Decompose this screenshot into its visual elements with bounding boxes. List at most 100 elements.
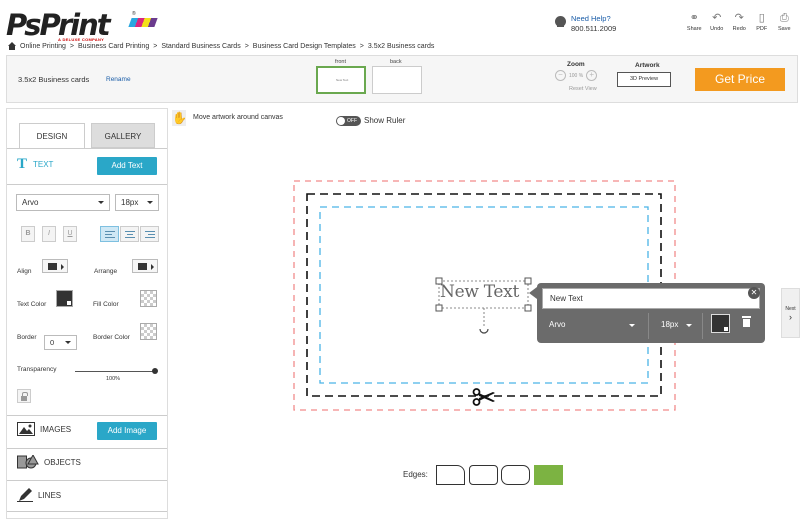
- breadcrumb-item[interactable]: Online Printing: [20, 43, 66, 50]
- trash-icon[interactable]: [742, 316, 751, 327]
- need-help[interactable]: Need Help? 800.511.2009: [555, 14, 616, 33]
- border-width-value: 0: [50, 338, 55, 347]
- breadcrumb-item[interactable]: Business Card Printing: [78, 43, 149, 50]
- objects-label: OBJECTS: [44, 457, 81, 467]
- transparency-value: 100%: [106, 376, 121, 382]
- size-select-value: 18px: [121, 198, 139, 207]
- chevron-down-icon: [629, 324, 635, 327]
- 3d-preview-button[interactable]: 3D Preview: [617, 72, 671, 87]
- redo-icon: ↷: [734, 12, 744, 24]
- home-icon[interactable]: [8, 42, 16, 50]
- undo-label: Undo: [710, 26, 724, 32]
- align-right-button[interactable]: [140, 226, 159, 242]
- add-image-button[interactable]: Add Image: [97, 422, 157, 440]
- artwork-label: Artwork: [635, 62, 660, 69]
- move-artwork-hint: Move artwork around canvas: [193, 114, 283, 121]
- transparency-slider[interactable]: [75, 368, 158, 374]
- italic-button[interactable]: I: [42, 226, 56, 242]
- text-section-label: TEXT: [33, 160, 54, 169]
- bold-button[interactable]: B: [21, 226, 35, 242]
- popover-font-select[interactable]: Arvo: [549, 320, 565, 329]
- text-content-input[interactable]: New Text: [542, 288, 760, 309]
- font-select[interactable]: Arvo: [16, 194, 110, 211]
- back-label: back: [390, 59, 402, 65]
- back-side-thumbnail[interactable]: [372, 66, 422, 94]
- underline-button[interactable]: U: [63, 226, 77, 242]
- share-label: Share: [686, 26, 702, 32]
- size-select[interactable]: 18px: [115, 194, 159, 211]
- lock-icon[interactable]: [17, 389, 31, 403]
- resize-handle[interactable]: [524, 304, 532, 312]
- section-divider: [7, 448, 167, 449]
- transparency-slider-handle[interactable]: [152, 368, 158, 374]
- images-section[interactable]: IMAGES: [17, 422, 71, 436]
- section-divider: [7, 184, 167, 185]
- pan-hand-icon[interactable]: ✋: [172, 110, 187, 126]
- tab-divider: [7, 148, 167, 149]
- reset-view-button[interactable]: Reset View: [569, 86, 597, 92]
- rename-link[interactable]: Rename: [106, 76, 131, 83]
- edge-option-small-round[interactable]: [469, 465, 498, 485]
- border-width-select[interactable]: 0: [44, 335, 77, 350]
- zoom-out-icon[interactable]: −: [555, 70, 566, 81]
- resize-handle[interactable]: [524, 277, 532, 285]
- design-panel: DESIGN GALLERY T TEXT Add Text Arvo 18px…: [6, 108, 168, 519]
- section-divider: [7, 511, 167, 512]
- text-icon: T: [17, 156, 28, 172]
- psprint-logo[interactable]: PsPrint ® A DELUXE COMPANY: [6, 8, 158, 42]
- border-color-swatch[interactable]: [140, 323, 157, 340]
- text-edit-popover: New Text ✕ Arvo 18px: [529, 283, 765, 343]
- canvas-text-object[interactable]: New Text: [440, 282, 519, 302]
- popover-separator: [702, 313, 703, 339]
- redo-button[interactable]: ↷ Redo: [728, 12, 751, 32]
- text-color-label: Text Color: [17, 301, 47, 308]
- section-divider: [7, 415, 167, 416]
- edge-option-round[interactable]: [501, 465, 530, 485]
- breadcrumb-separator: >: [69, 42, 75, 50]
- undo-button[interactable]: ↶ Undo: [706, 12, 729, 32]
- save-icon: ⎙: [779, 12, 789, 24]
- pdf-label: PDF: [756, 26, 768, 32]
- tab-design[interactable]: DESIGN: [19, 123, 85, 148]
- edge-option-one-corner[interactable]: [436, 465, 465, 485]
- arrange-control[interactable]: [132, 259, 158, 273]
- redo-label: Redo: [732, 26, 746, 32]
- share-button[interactable]: ⚭ Share: [683, 12, 706, 32]
- pencil-icon: [17, 488, 33, 502]
- align-left-button[interactable]: [100, 226, 119, 242]
- breadcrumb-separator: >: [359, 42, 364, 50]
- tab-gallery[interactable]: GALLERY: [91, 123, 155, 148]
- rotate-handle[interactable]: [479, 328, 489, 334]
- get-price-button[interactable]: Get Price: [695, 68, 785, 91]
- chevron-down-icon: [147, 201, 153, 204]
- lines-section[interactable]: LINES: [17, 488, 61, 502]
- align-objects-control[interactable]: [42, 259, 68, 273]
- help-phone: 800.511.2009: [571, 24, 617, 33]
- popover-text-color-swatch[interactable]: [711, 314, 730, 333]
- zoom-in-icon[interactable]: +: [586, 70, 598, 81]
- next-side-button[interactable]: Next ›: [781, 288, 800, 338]
- chevron-down-icon: [98, 201, 104, 204]
- front-side-thumbnail[interactable]: New Text: [316, 66, 366, 94]
- show-ruler-label: Show Ruler: [364, 116, 406, 125]
- undo-icon: ↶: [712, 12, 722, 24]
- popover-size-select[interactable]: 18px: [661, 320, 678, 329]
- pdf-button[interactable]: ▯ PDF: [751, 12, 774, 32]
- align-center-button[interactable]: [120, 226, 139, 242]
- clear-text-icon[interactable]: ✕: [748, 287, 760, 299]
- save-button[interactable]: ⎙ Save: [773, 12, 796, 32]
- zoom-label: Zoom: [567, 61, 585, 68]
- objects-section[interactable]: OBJECTS: [17, 455, 81, 469]
- text-color-swatch[interactable]: [56, 290, 73, 307]
- add-text-button[interactable]: Add Text: [97, 157, 157, 175]
- breadcrumb-item[interactable]: Standard Business Cards: [161, 43, 240, 50]
- lines-label: LINES: [38, 490, 62, 500]
- section-divider: [7, 480, 167, 481]
- resize-handle[interactable]: [435, 304, 443, 312]
- breadcrumb-item[interactable]: Business Card Design Templates: [253, 43, 356, 50]
- ruler-toggle[interactable]: OFF: [336, 116, 361, 126]
- breadcrumb-separator: >: [153, 42, 158, 50]
- fill-color-swatch[interactable]: [140, 290, 157, 307]
- need-help-link[interactable]: Need Help?: [571, 14, 616, 23]
- edge-option-square-selected[interactable]: [534, 465, 563, 485]
